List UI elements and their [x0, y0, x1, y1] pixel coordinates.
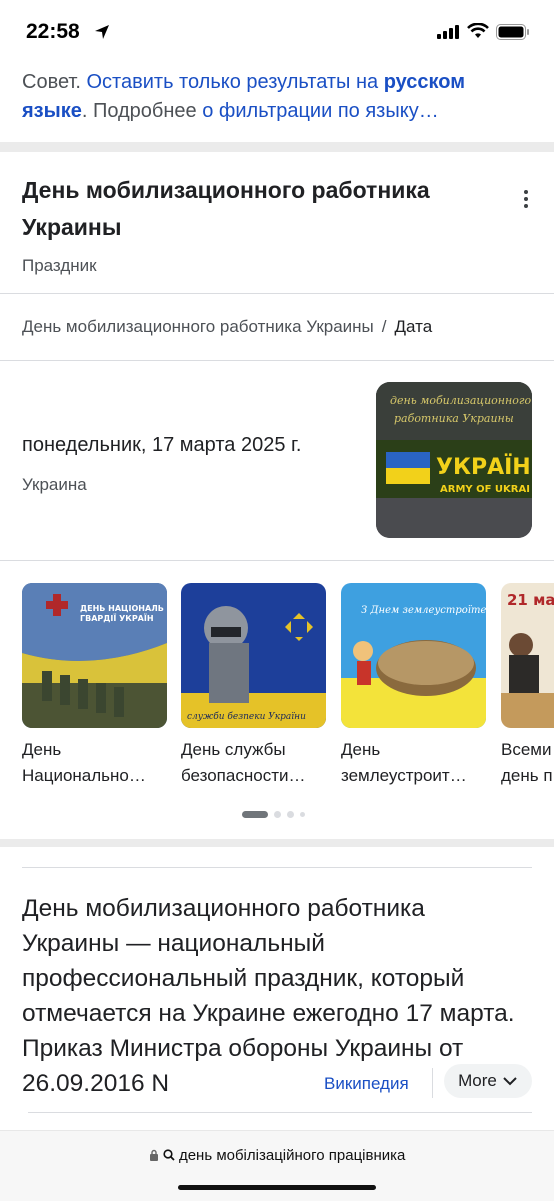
svg-text:21 ма: 21 ма — [507, 591, 554, 609]
carousel-card-label: Всеми день п — [501, 740, 553, 785]
carousel-card[interactable]: ДЕНЬ НАЦІОНАЛЬ ГВАРДІЇ УКРАЇН День Нацио… — [22, 583, 167, 789]
wifi-icon — [467, 23, 489, 38]
carousel-card-label: День Национально… — [22, 740, 146, 785]
carousel-card-label: День землеустроит… — [341, 740, 467, 785]
address-bar-content[interactable]: день мобілізаційного працівника — [0, 1147, 554, 1164]
related-holidays-carousel[interactable]: ДЕНЬ НАЦІОНАЛЬ ГВАРДІЇ УКРАЇН День Нацио… — [0, 561, 554, 839]
more-button[interactable]: More — [444, 1064, 532, 1098]
svg-text:ДЕНЬ НАЦІОНАЛЬ: ДЕНЬ НАЦІОНАЛЬ — [80, 604, 164, 613]
language-filter-notice: Совет. Оставить только результаты на рус… — [0, 62, 554, 142]
security-service-image: служби безпеки України — [181, 583, 326, 728]
battery-icon — [496, 24, 529, 40]
card-subtitle: Праздник — [22, 256, 97, 275]
chevron-down-icon — [503, 1077, 517, 1086]
carousel-card[interactable]: 21 ма Всеми день п — [501, 583, 554, 789]
lock-icon — [149, 1149, 158, 1161]
breadcrumb-separator: / — [381, 317, 387, 336]
description-actions: Википедия More — [296, 1064, 554, 1104]
date-answer: понедельник, 17 марта 2025 г. Украина де… — [0, 361, 554, 561]
section-separator — [0, 142, 554, 152]
home-indicator — [178, 1185, 376, 1190]
section-separator — [0, 839, 554, 847]
cellular-signal-icon — [437, 25, 459, 39]
wikipedia-description: День мобилизационного работника Украины … — [0, 847, 554, 1127]
carousel-card[interactable]: З Днем землеустроїте День землеустроит… — [341, 583, 486, 789]
tip-label: Совет. — [22, 71, 81, 93]
breadcrumb-current: Дата — [394, 317, 433, 336]
svg-text:работника Украины: работника Украины — [394, 412, 514, 425]
svg-text:ARMY OF UKRAI: ARMY OF UKRAI — [440, 484, 530, 495]
wikipedia-source-link[interactable]: Википедия — [324, 1074, 409, 1094]
language-filter-link[interactable]: о фильтрации по языку… — [202, 100, 438, 122]
carousel-card[interactable]: служби безпеки України День службы безоп… — [181, 583, 326, 789]
national-guard-image: ДЕНЬ НАЦІОНАЛЬ ГВАРДІЇ УКРАЇН — [22, 583, 167, 728]
more-options-icon[interactable] — [524, 190, 530, 211]
svg-text:З Днем землеустроїте: З Днем землеустроїте — [361, 605, 486, 616]
card-title: День мобилизационного работника Украины — [22, 177, 430, 240]
svg-text:ГВАРДІЇ УКРАЇН: ГВАРДІЇ УКРАЇН — [80, 613, 154, 623]
svg-text:служби безпеки України: служби безпеки України — [187, 711, 306, 722]
status-time: 22:58 — [26, 20, 80, 43]
holiday-date: понедельник, 17 марта 2025 г. — [22, 434, 302, 456]
holiday-country: Украина — [22, 475, 87, 494]
location-arrow-icon — [95, 25, 109, 39]
svg-text:УКРАЇН: УКРАЇН — [436, 454, 531, 480]
svg-text:день мобилизационного: день мобилизационного — [390, 394, 531, 407]
knowledge-card-header: День мобилизационного работника Украины … — [0, 152, 554, 294]
address-bar-query: день мобілізаційного працівника — [178, 1147, 406, 1164]
world-day-image: 21 ма — [501, 583, 554, 728]
safari-address-bar[interactable]: день мобілізаційного працівника — [0, 1130, 554, 1201]
carousel-pager — [242, 811, 305, 818]
land-surveyor-image: З Днем землеустроїте — [341, 583, 486, 728]
status-bar: 22:58 — [0, 0, 554, 62]
search-icon — [163, 1149, 175, 1161]
carousel-card-label: День службы безопасности… — [181, 740, 306, 785]
more-info-label: . Подробнее — [81, 100, 197, 122]
holiday-image[interactable]: день мобилизационного работника Украины … — [376, 382, 532, 538]
breadcrumb: День мобилизационного работника Украины … — [0, 294, 554, 361]
breadcrumb-parent[interactable]: День мобилизационного работника Украины — [22, 317, 374, 337]
